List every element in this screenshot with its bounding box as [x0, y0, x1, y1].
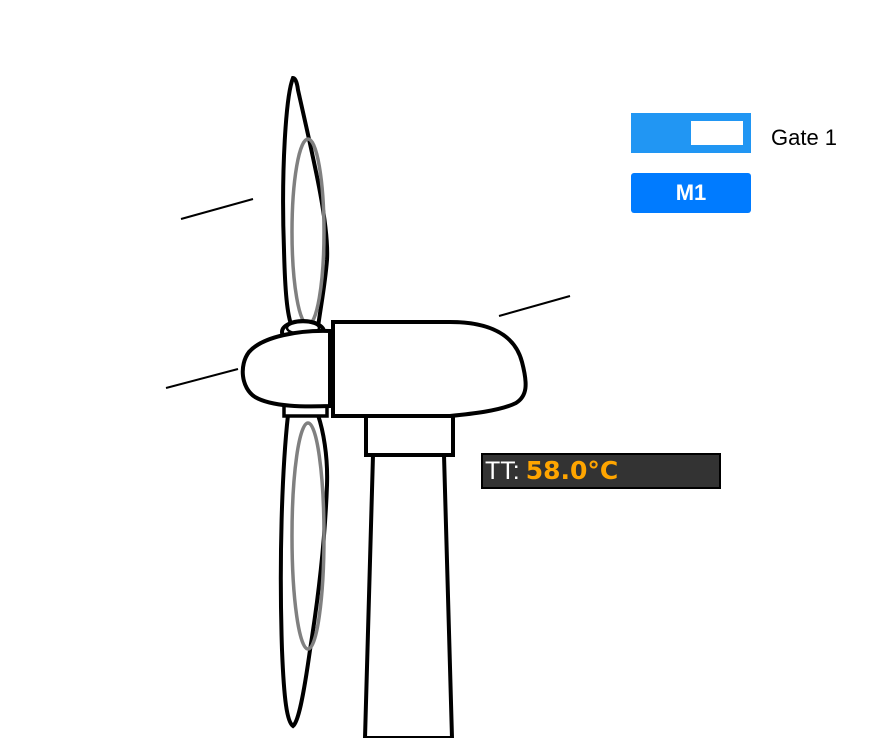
- m1-button[interactable]: M1: [631, 173, 751, 213]
- gate-toggle[interactable]: [631, 113, 751, 153]
- wind-line: [180, 198, 254, 220]
- temperature-label: TT:: [485, 457, 520, 485]
- wind-line: [498, 295, 571, 317]
- tower: [362, 453, 455, 738]
- wind-line: [165, 368, 239, 389]
- tower-top: [364, 413, 455, 457]
- hub: [240, 328, 332, 409]
- wind-turbine-diagram: [165, 75, 571, 738]
- nacelle: [331, 320, 528, 418]
- temperature-readout: TT: 58.0°C: [481, 453, 721, 489]
- toggle-knob[interactable]: [691, 121, 743, 145]
- gate-toggle-label: Gate 1: [771, 125, 838, 150]
- temperature-value: 58.0°C: [525, 456, 619, 485]
